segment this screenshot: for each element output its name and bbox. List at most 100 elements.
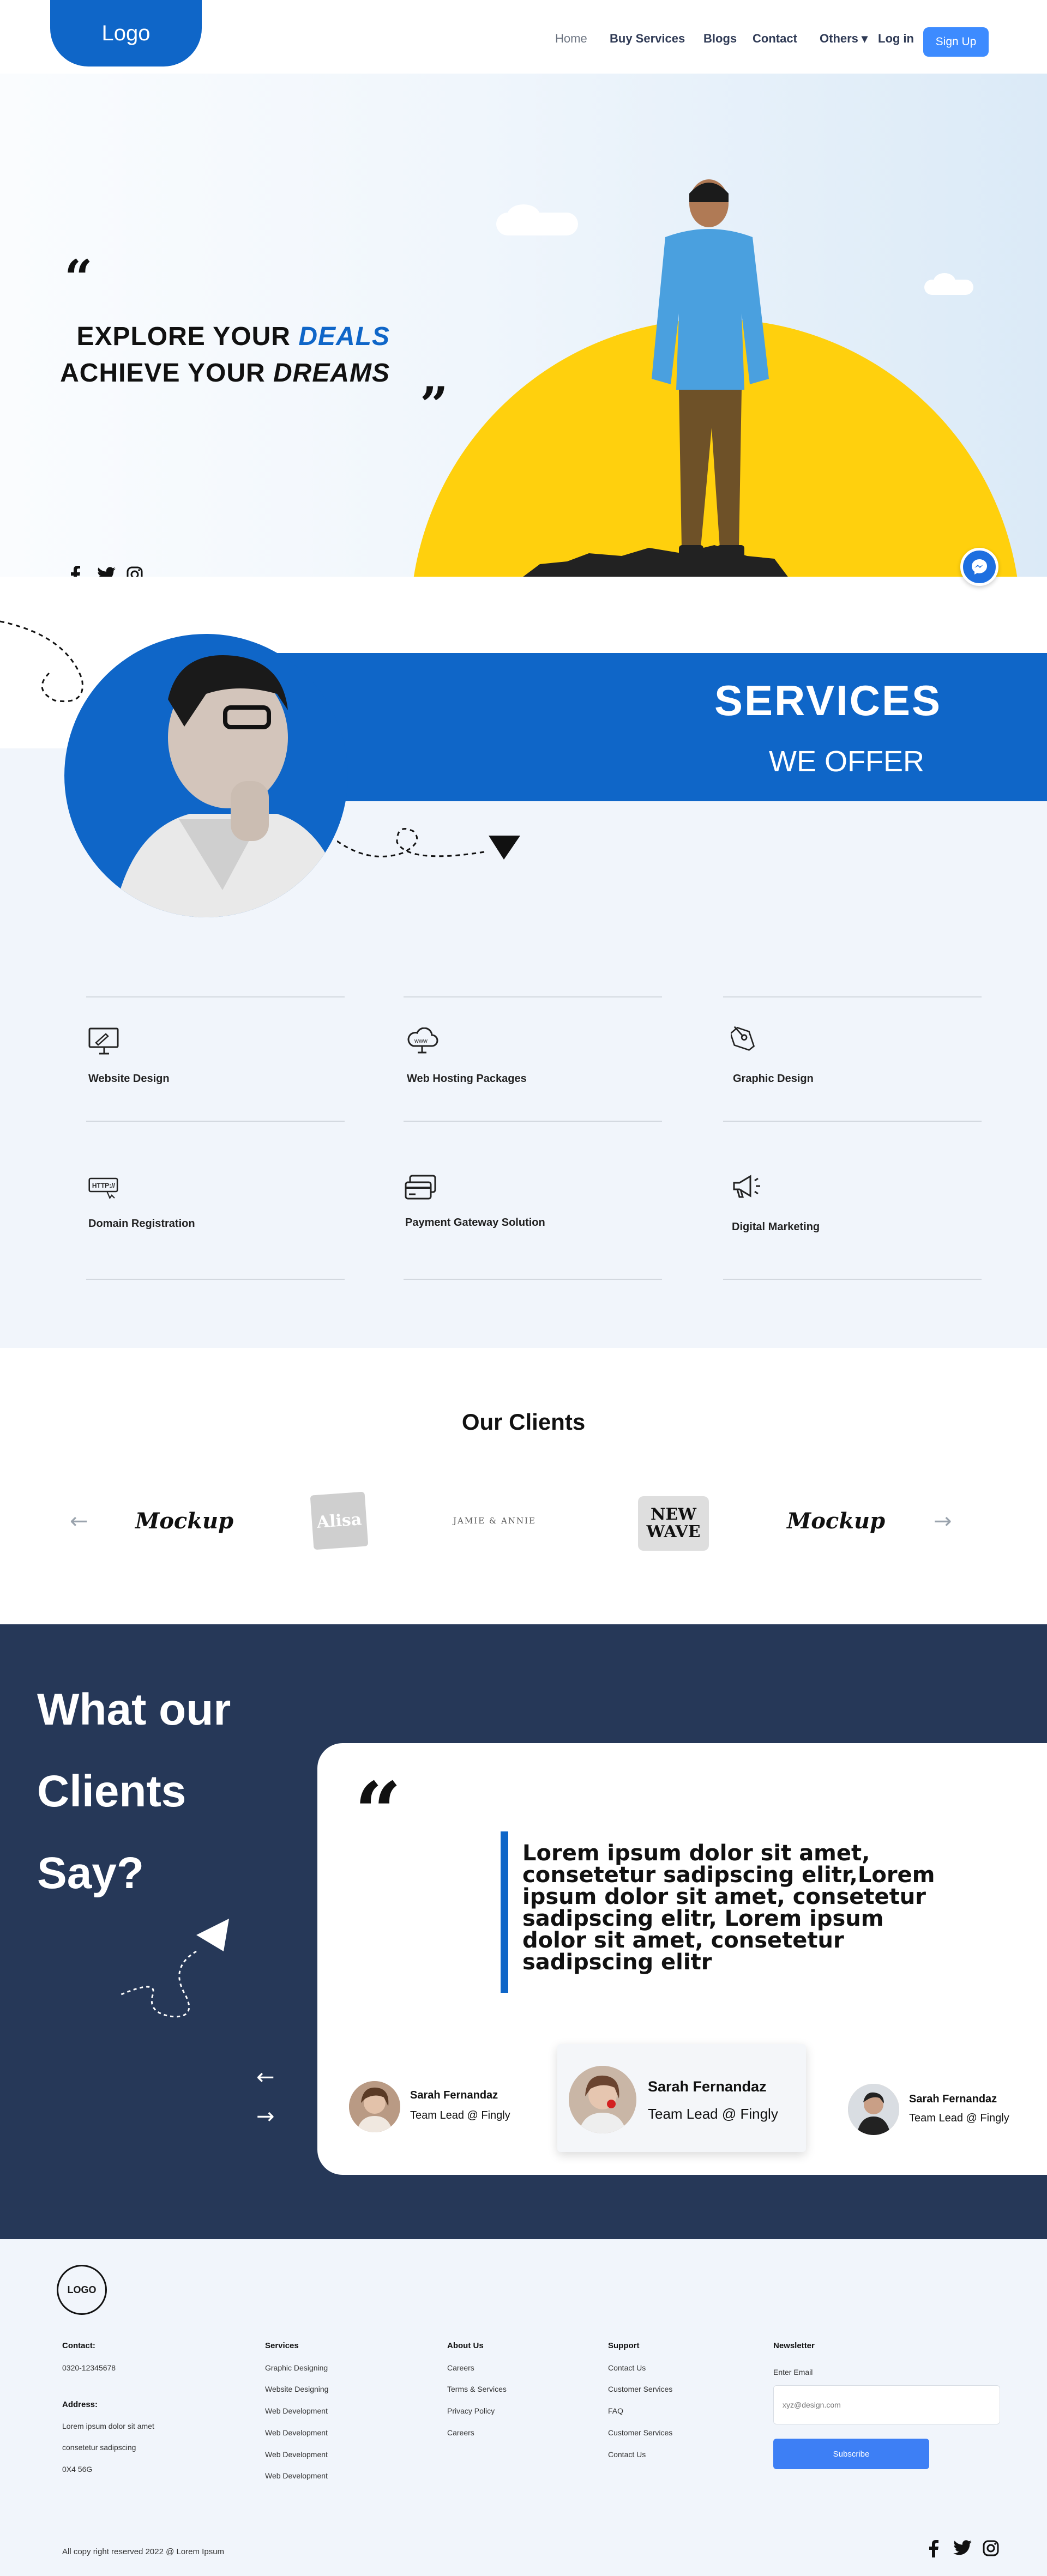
footer-link[interactable]: Contact Us xyxy=(608,2363,646,2372)
dashed-arrow-decoration xyxy=(337,828,520,860)
signup-button[interactable]: Sign Up xyxy=(923,27,989,57)
testimonial-next-arrow-icon[interactable]: → xyxy=(256,2104,275,2129)
footer-link[interactable]: Careers xyxy=(447,2363,474,2372)
footer-phone: 0320-12345678 xyxy=(62,2363,116,2372)
testimonial-person-name: Sarah Fernandaz xyxy=(410,2089,498,2101)
facebook-icon[interactable] xyxy=(928,2540,939,2557)
testimonials-heading-line: Clients xyxy=(37,1767,186,1816)
hero-highlight: DEALS xyxy=(298,322,390,351)
service-digital-marketing[interactable]: Digital Marketing xyxy=(732,1221,820,1233)
divider xyxy=(723,996,982,997)
avatar[interactable] xyxy=(848,2084,899,2135)
man-standing-photo xyxy=(652,179,769,559)
email-label: Enter Email xyxy=(773,2368,813,2377)
nav-login[interactable]: Log in xyxy=(878,32,914,46)
testimonials-heading-line: What our xyxy=(37,1685,231,1734)
nav-contact[interactable]: Contact xyxy=(753,32,797,46)
avatar[interactable] xyxy=(349,2081,400,2132)
footer-address-line: 0X4 56G xyxy=(62,2465,93,2474)
instagram-icon[interactable] xyxy=(983,2540,999,2556)
monitor-icon xyxy=(88,1027,119,1055)
nav-buy-services[interactable]: Buy Services xyxy=(610,32,685,46)
footer-link[interactable]: FAQ xyxy=(608,2406,623,2415)
client-logo-alisa[interactable]: Alisa xyxy=(310,1491,369,1550)
footer-address-line: consetetur sadipscing xyxy=(62,2443,136,2452)
cloud-graphic xyxy=(507,204,540,226)
subscribe-button[interactable]: Subscribe xyxy=(773,2439,929,2469)
services-banner xyxy=(275,653,1047,801)
footer-link[interactable]: Careers xyxy=(447,2428,474,2437)
hero-headline-line1: EXPLORE YOUR DEALS xyxy=(76,322,390,352)
footer-link[interactable]: Web Development xyxy=(265,2406,328,2415)
footer-support-heading: Support xyxy=(608,2341,640,2350)
hero-text: EXPLORE YOUR xyxy=(76,322,299,351)
svg-text:www: www xyxy=(414,1038,428,1044)
twitter-icon[interactable] xyxy=(97,567,116,577)
megaphone-icon xyxy=(733,1175,760,1198)
footer-logo[interactable]: LOGO xyxy=(57,2265,107,2315)
instagram-icon[interactable] xyxy=(127,566,143,577)
testimonial-person-role: Team Lead @ Fingly xyxy=(648,2106,778,2122)
divider xyxy=(723,1279,982,1280)
svg-text:HTTP://: HTTP:// xyxy=(92,1182,116,1189)
services-subtitle: WE OFFER xyxy=(769,745,924,778)
footer-link[interactable]: Web Development xyxy=(265,2450,328,2459)
close-quote-icon: ” xyxy=(420,376,448,434)
testimonial-person-role: Team Lead @ Fingly xyxy=(909,2112,1009,2124)
testimonial-prev-arrow-icon[interactable]: ← xyxy=(256,2065,275,2090)
testimonial-quote: Lorem ipsum dolor sit amet, consetetur s… xyxy=(522,1841,935,1975)
hero-section: “ ” EXPLORE YOUR DEALS ACHIEVE YOUR DREA… xyxy=(0,74,1047,577)
client-logo-mockup-2[interactable]: Mockup xyxy=(786,1496,886,1545)
footer-link[interactable]: Web Development xyxy=(265,2471,328,2480)
footer-link[interactable]: Customer Services xyxy=(608,2385,672,2393)
service-graphic-design[interactable]: Graphic Design xyxy=(733,1073,814,1085)
divider xyxy=(86,1279,345,1280)
service-domain-registration[interactable]: Domain Registration xyxy=(88,1218,195,1230)
twitter-icon[interactable] xyxy=(953,2540,972,2555)
client-logo-jamie-annie[interactable]: JAMIE & ANNIE xyxy=(448,1496,541,1545)
hero-headline-line2: ACHIEVE YOUR DREAMS xyxy=(60,358,390,388)
carousel-prev-arrow-icon[interactable]: ← xyxy=(70,1509,88,1534)
facebook-icon[interactable] xyxy=(70,566,81,577)
footer-link[interactable]: Website Designing xyxy=(265,2385,328,2393)
footer-about-heading: About Us xyxy=(447,2341,484,2350)
testimonial-person-role: Team Lead @ Fingly xyxy=(410,2109,510,2121)
nav-home[interactable]: Home xyxy=(555,32,587,46)
footer-link[interactable]: Graphic Designing xyxy=(265,2363,328,2372)
cloud-graphic xyxy=(934,273,955,289)
avatar[interactable] xyxy=(569,2066,636,2133)
carousel-next-arrow-icon[interactable]: → xyxy=(934,1509,952,1534)
service-payment-gateway[interactable]: Payment Gateway Solution xyxy=(405,1217,545,1229)
dashed-path-decoration xyxy=(0,620,83,703)
nav-others-dropdown[interactable]: Others ▾ xyxy=(820,32,868,46)
footer-address-heading: Address: xyxy=(62,2400,98,2409)
messenger-chat-icon[interactable] xyxy=(960,548,998,586)
footer-link[interactable]: Customer Services xyxy=(608,2428,672,2437)
logo[interactable]: Logo xyxy=(50,0,202,66)
client-logo-text: NEW WAVE xyxy=(646,1505,701,1541)
footer-link[interactable]: Privacy Policy xyxy=(447,2406,495,2415)
client-logo-mockup[interactable]: Mockup xyxy=(135,1496,233,1545)
client-logo-new-wave[interactable]: NEW WAVE xyxy=(638,1496,709,1551)
thinking-man-portrait xyxy=(64,634,348,917)
service-web-hosting[interactable]: Web Hosting Packages xyxy=(407,1073,527,1085)
client-logo-text: Mockup xyxy=(786,1508,886,1534)
clients-title: Our Clients xyxy=(461,1409,586,1435)
client-logo-text: JAMIE & ANNIE xyxy=(453,1516,536,1526)
footer-link[interactable]: Web Development xyxy=(265,2428,328,2437)
hero-highlight: DREAMS xyxy=(273,359,390,388)
footer-link[interactable]: Terms & Services xyxy=(447,2385,507,2393)
client-logo-text: Alisa xyxy=(316,1509,363,1532)
divider xyxy=(723,1121,982,1122)
nav-blogs[interactable]: Blogs xyxy=(703,32,737,46)
service-website-design[interactable]: Website Design xyxy=(88,1073,170,1085)
quote-accent-bar xyxy=(501,1831,508,1993)
http-icon: HTTP:// xyxy=(88,1177,118,1200)
footer-link[interactable]: Contact Us xyxy=(608,2450,646,2459)
testimonials-heading-line: Say? xyxy=(37,1848,144,1898)
footer-services-heading: Services xyxy=(265,2341,299,2350)
footer-address-line: Lorem ipsum dolor sit amet xyxy=(62,2422,154,2430)
testimonial-person-name: Sarah Fernandaz xyxy=(648,2078,767,2095)
site-header: Logo Home Buy Services Blogs Contact Oth… xyxy=(0,0,1047,74)
newsletter-email-input[interactable] xyxy=(773,2385,1000,2424)
